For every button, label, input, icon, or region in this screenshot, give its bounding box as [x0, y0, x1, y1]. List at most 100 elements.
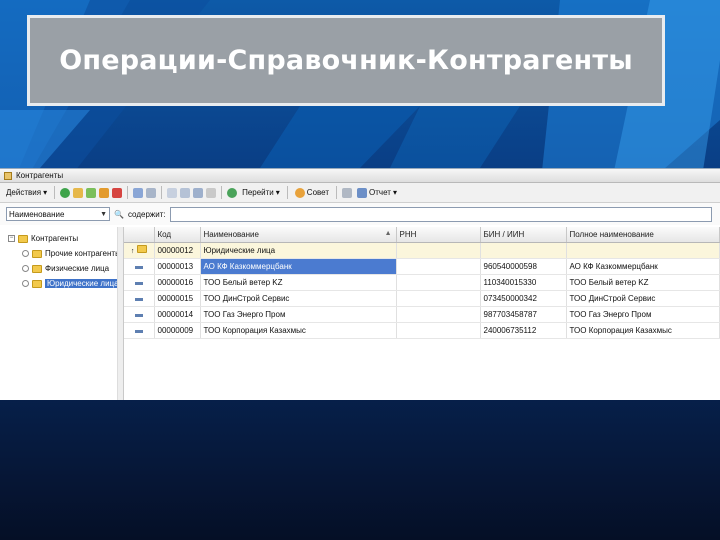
- advice-icon: [294, 187, 305, 198]
- tree-item-individuals[interactable]: Физические лица: [0, 261, 123, 276]
- folder-icon: [18, 234, 28, 243]
- column-header-name[interactable]: Наименование ▲: [200, 227, 397, 243]
- cell-bin: 987703458787: [480, 306, 567, 323]
- folder-icon: [32, 279, 42, 288]
- table-row[interactable]: 00000016 ТОО Белый ветер KZ 110340015330…: [124, 274, 720, 291]
- window-titlebar: Контрагенты: [0, 169, 720, 183]
- column-header-full-name[interactable]: Полное наименование: [566, 227, 720, 243]
- item-row-icon: [124, 322, 155, 339]
- add-icon[interactable]: [60, 187, 71, 198]
- tree-item-label: Контрагенты: [31, 234, 79, 243]
- cell-full-name: ТОО Белый ветер KZ: [566, 274, 720, 291]
- filter-field-select[interactable]: Наименование ▼: [6, 207, 110, 221]
- group-row-icon: ↑: [124, 242, 155, 259]
- table-header-row: Код Наименование ▲ РНН БИН / ИИН Полное н…: [124, 227, 720, 243]
- add-folder-icon[interactable]: [73, 187, 84, 198]
- cell-rnn: [396, 306, 481, 323]
- cell-code: 00000014: [154, 306, 201, 323]
- table-row[interactable]: 00000014 ТОО Газ Энерго Пром 98770345878…: [124, 306, 720, 323]
- filter-row: Наименование ▼ 🔍 содержит:: [0, 203, 720, 225]
- table-row[interactable]: 00000013 АО КФ Казкоммерцбанк 9605400005…: [124, 258, 720, 275]
- cell-code: 00000012: [154, 242, 201, 259]
- filter-settings-icon[interactable]: [180, 187, 191, 198]
- toolbar-separator: [221, 186, 223, 199]
- slide-title: Операции-Справочник-Контрагенты: [59, 45, 633, 76]
- filter-off-icon[interactable]: [206, 187, 217, 198]
- cell-code: 00000016: [154, 274, 201, 291]
- cell-name: ТОО Газ Энерго Пром: [200, 306, 397, 323]
- edit-icon[interactable]: [99, 187, 110, 198]
- advice-button[interactable]: Совет: [293, 186, 331, 200]
- content-area: − Контрагенты Прочие контрагенты Физичес…: [0, 227, 720, 400]
- cell-code: 00000009: [154, 322, 201, 339]
- table-row[interactable]: 00000009 ТОО Корпорация Казахмыс 2400067…: [124, 322, 720, 339]
- item-row-icon: [124, 258, 155, 275]
- item-row-icon: [124, 290, 155, 307]
- cell-name: ТОО ДинСтрой Сервис: [200, 290, 397, 307]
- search-icon[interactable]: 🔍: [114, 210, 124, 219]
- cell-rnn: [396, 290, 481, 307]
- expand-icon[interactable]: [22, 265, 29, 272]
- tree-item-legal-entities[interactable]: Юридические лица: [0, 276, 123, 291]
- expand-icon[interactable]: [22, 280, 29, 287]
- tree-item-label: Прочие контрагенты: [45, 249, 121, 258]
- report-menu-button[interactable]: Отчет ▾: [355, 186, 399, 200]
- window-title: Контрагенты: [16, 171, 64, 180]
- toolbar-separator: [161, 186, 163, 199]
- cell-bin: 960540000598: [480, 258, 567, 275]
- structure-icon[interactable]: [342, 187, 353, 198]
- tree-item-other[interactable]: Прочие контрагенты: [0, 246, 123, 261]
- column-header-code[interactable]: Код: [154, 227, 201, 243]
- cell-full-name: [566, 242, 720, 259]
- go-menu-button[interactable]: Перейти ▾: [240, 186, 282, 200]
- cell-full-name: АО КФ Казкоммерцбанк: [566, 258, 720, 275]
- collapse-icon[interactable]: −: [8, 235, 15, 242]
- column-header-bin[interactable]: БИН / ИИН: [480, 227, 567, 243]
- report-label: Отчет: [369, 188, 391, 197]
- table-group-row[interactable]: ↑ 00000012 Юридические лица: [124, 242, 720, 259]
- cell-rnn: [396, 258, 481, 275]
- tree-scrollbar[interactable]: [117, 227, 123, 400]
- chevron-down-icon: ▾: [275, 188, 280, 197]
- column-header-icon: [124, 227, 155, 243]
- cell-name: АО КФ Казкоммерцбанк: [200, 258, 397, 275]
- tree-item-label: Юридические лица: [45, 279, 121, 288]
- toolbar-separator: [54, 186, 56, 199]
- sort-asc-icon: ▲: [384, 229, 392, 237]
- hierarchy-icon[interactable]: [133, 187, 144, 198]
- cell-rnn: [396, 322, 481, 339]
- chevron-down-icon: ▾: [43, 188, 48, 197]
- cell-code: 00000013: [154, 258, 201, 275]
- expand-icon[interactable]: [22, 250, 29, 257]
- filter-value-input[interactable]: [169, 206, 712, 222]
- cell-full-name: ТОО ДинСтрой Сервис: [566, 290, 720, 307]
- column-header-rnn[interactable]: РНН: [396, 227, 481, 243]
- go-label: Перейти: [242, 188, 274, 197]
- tree-item-root[interactable]: − Контрагенты: [0, 231, 123, 246]
- copy-icon[interactable]: [86, 187, 97, 198]
- filter-icon[interactable]: [167, 187, 178, 198]
- list-mode-icon[interactable]: [146, 187, 157, 198]
- delete-icon[interactable]: [112, 187, 123, 198]
- toolbar: Действия ▾ Перейти ▾ Совет Отчет ▾: [0, 183, 720, 203]
- item-row-icon: [124, 306, 155, 323]
- item-row-icon: [124, 274, 155, 291]
- cell-bin: [480, 242, 567, 259]
- cell-code: 00000015: [154, 290, 201, 307]
- window-icon: [4, 171, 12, 180]
- slide-title-box: Операции-Справочник-Контрагенты: [27, 15, 665, 106]
- cell-bin: 073450000342: [480, 290, 567, 307]
- actions-menu-button[interactable]: Действия ▾: [4, 186, 49, 200]
- filter-list-icon[interactable]: [193, 187, 204, 198]
- report-icon: [357, 187, 368, 198]
- advice-label: Совет: [306, 188, 330, 197]
- folder-icon: [136, 245, 147, 253]
- cell-rnn: [396, 274, 481, 291]
- toolbar-separator: [127, 186, 129, 199]
- actions-label: Действия: [6, 188, 42, 197]
- table-row[interactable]: 00000015 ТОО ДинСтрой Сервис 07345000034…: [124, 290, 720, 307]
- folder-icon: [32, 264, 42, 273]
- cell-bin: 110340015330: [480, 274, 567, 291]
- group-tree: − Контрагенты Прочие контрагенты Физичес…: [0, 227, 124, 400]
- refresh-icon[interactable]: [227, 187, 238, 198]
